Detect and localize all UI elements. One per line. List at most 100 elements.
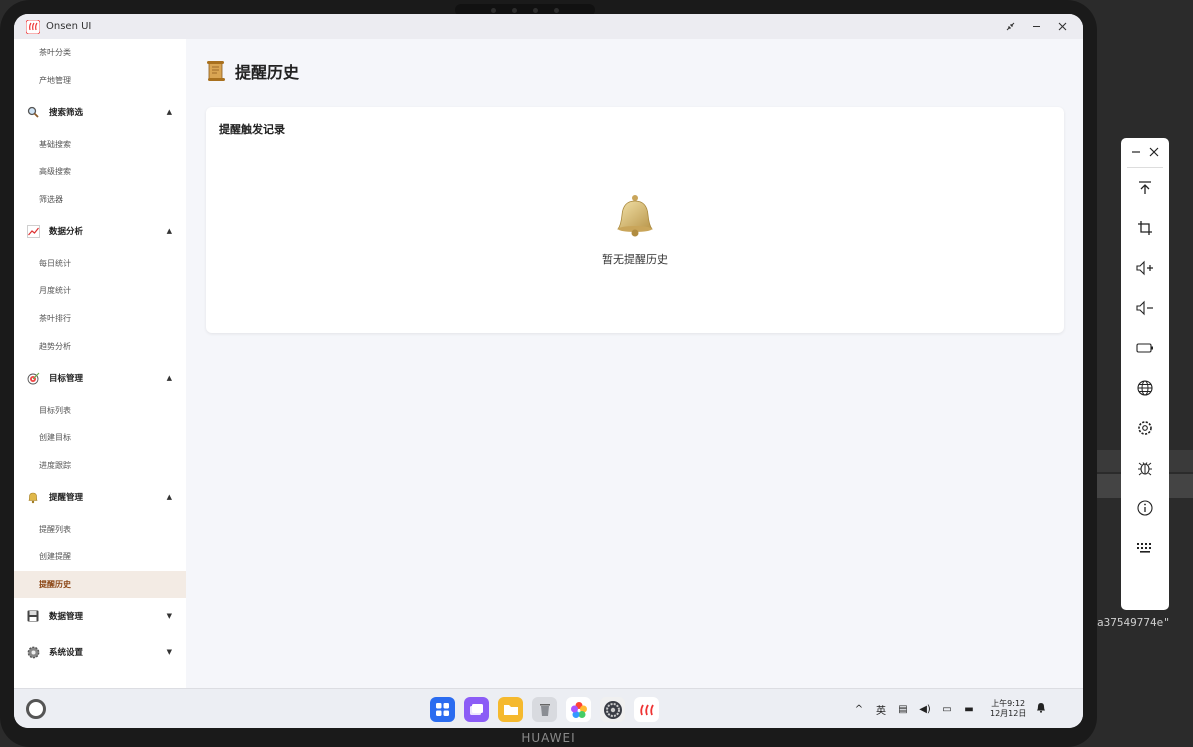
network-button[interactable] (1121, 368, 1169, 408)
chevron-up-icon: ▲ (166, 493, 172, 502)
app-center-icon[interactable] (430, 697, 455, 722)
sidebar-group-goals[interactable]: 目标管理 ▲ (14, 360, 186, 396)
minimize-icon (1032, 26, 1040, 27)
info-button[interactable] (1121, 488, 1169, 528)
close-icon (1058, 22, 1066, 31)
debug-button[interactable] (1121, 448, 1169, 488)
volume-up-button[interactable] (1121, 248, 1169, 288)
background-terminal-text: a37549774e" (1097, 616, 1170, 629)
sidebar: 茶叶分类 产地管理 搜索筛选 ▲ 基础搜索 高级搜索 筛选器 数据分析 ▲ 每日… (14, 39, 186, 688)
restore-button[interactable] (997, 14, 1023, 39)
chevron-down-icon: ▼ (166, 648, 172, 657)
taskbar: ^ 英 ▤ ◀) ▭ ▬ 上午9:12 12月12日 (14, 688, 1083, 728)
sidebar-item-reminder-history[interactable]: 提醒历史 (14, 570, 186, 599)
chevron-down-icon: ▼ (166, 612, 172, 621)
sidebar-item-reminder-list[interactable]: 提醒列表 (14, 515, 186, 543)
sidebar-item-monthly-stats[interactable]: 月度统计 (14, 277, 186, 305)
onsen-app-icon[interactable] (634, 697, 659, 722)
gear-icon (1138, 421, 1152, 435)
trash-icon[interactable] (532, 697, 557, 722)
sidebar-item-filter[interactable]: 筛选器 (14, 186, 186, 214)
battery-icon (1136, 343, 1153, 353)
minimize-button[interactable] (1023, 14, 1049, 39)
volume-up-icon (1136, 260, 1153, 276)
empty-state: 暂无提醒历史 (206, 193, 1064, 267)
keyboard-button[interactable] (1121, 528, 1169, 568)
ime-indicator[interactable]: 英 (874, 702, 888, 717)
magnifier-icon (26, 105, 40, 119)
pin-top-icon (1139, 181, 1151, 194)
sidebar-item-create-goal[interactable]: 创建目标 (14, 424, 186, 452)
sidebar-item-tea-ranking[interactable]: 茶叶排行 (14, 305, 186, 333)
panel-minimize-button[interactable] (1131, 146, 1141, 160)
onsen-logo-icon (26, 19, 40, 34)
system-tray: ^ 英 ▤ ◀) ▭ ▬ 上午9:12 12月12日 (852, 689, 1048, 728)
settings-icon[interactable] (600, 697, 625, 722)
emulator-tool-panel (1121, 138, 1169, 610)
volume-down-icon (1136, 300, 1153, 316)
bug-icon (1138, 462, 1152, 476)
chevron-up-icon: ▲ (166, 227, 172, 236)
scroll-icon (207, 61, 225, 81)
settings-button[interactable] (1121, 408, 1169, 448)
page-header: 提醒历史 (206, 59, 299, 83)
sidebar-item-basic-search[interactable]: 基础搜索 (14, 130, 186, 158)
files-icon[interactable] (498, 697, 523, 722)
sidebar-item-tea-category[interactable]: 茶叶分类 (14, 39, 186, 67)
chevron-up-icon[interactable]: ^ (852, 704, 866, 715)
sidebar-group-analytics[interactable]: 数据分析 ▲ (14, 213, 186, 249)
gear-icon (26, 645, 40, 659)
multitask-icon[interactable] (464, 697, 489, 722)
network-icon[interactable]: ▭ (940, 704, 954, 715)
start-button[interactable] (26, 699, 46, 719)
sidebar-item-trend-analysis[interactable]: 趋势分析 (14, 333, 186, 361)
window-title: Onsen UI (46, 21, 92, 32)
globe-icon (1137, 380, 1153, 396)
volume-icon[interactable]: ◀) (918, 704, 932, 715)
close-icon (1149, 147, 1159, 156)
gallery-icon[interactable] (566, 697, 591, 722)
info-icon (1137, 500, 1153, 516)
sidebar-group-data-management[interactable]: 数据管理 ▼ (14, 598, 186, 634)
notification-bell-icon[interactable] (1034, 702, 1048, 716)
panel-close-button[interactable] (1149, 146, 1159, 160)
sidebar-item-progress-tracking[interactable]: 进度跟踪 (14, 452, 186, 480)
sidebar-item-goal-list[interactable]: 目标列表 (14, 396, 186, 424)
screen: Onsen UI 茶叶分类 产地管理 搜索筛选 ▲ 基础搜索 高级搜索 筛选器 … (14, 14, 1083, 728)
sidebar-item-daily-stats[interactable]: 每日统计 (14, 249, 186, 277)
crop-button[interactable] (1121, 208, 1169, 248)
reminder-history-card: 提醒触发记录 暂无提醒历史 (206, 107, 1064, 333)
battery-button[interactable] (1121, 328, 1169, 368)
pin-top-button[interactable] (1121, 168, 1169, 208)
empty-state-text: 暂无提醒历史 (602, 253, 668, 266)
restore-icon (1006, 22, 1014, 31)
clock-date: 12月12日 (990, 709, 1027, 718)
clock[interactable]: 上午9:12 12月12日 (990, 699, 1026, 719)
close-button[interactable] (1049, 14, 1075, 39)
target-icon (26, 371, 40, 385)
bell-icon (26, 490, 40, 504)
page-title: 提醒历史 (235, 63, 300, 82)
chevron-up-icon: ▲ (166, 374, 172, 383)
title-bar: Onsen UI (14, 14, 1083, 39)
clipboard-icon[interactable]: ▤ (896, 704, 910, 715)
sidebar-item-advanced-search[interactable]: 高级搜索 (14, 158, 186, 186)
sidebar-item-origin-management[interactable]: 产地管理 (14, 67, 186, 95)
sidebar-item-create-reminder[interactable]: 创建提醒 (14, 543, 186, 571)
clock-time: 上午9:12 (991, 699, 1026, 708)
card-title: 提醒触发记录 (219, 123, 285, 136)
tablet-frame: HUAWEI Onsen UI 茶叶分类 产地管理 搜索筛选 ▲ 基础搜索 高级… (0, 0, 1097, 747)
floppy-icon (26, 609, 40, 623)
chart-icon (26, 224, 40, 238)
volume-down-button[interactable] (1121, 288, 1169, 328)
battery-icon[interactable]: ▬ (962, 704, 976, 715)
main-content: 提醒历史 提醒触发记录 暂无提醒历史 (186, 39, 1083, 688)
sidebar-group-search[interactable]: 搜索筛选 ▲ (14, 94, 186, 130)
sidebar-group-reminders[interactable]: 提醒管理 ▲ (14, 479, 186, 515)
dock (430, 697, 659, 722)
keyboard-icon (1137, 543, 1151, 553)
sidebar-group-system-settings[interactable]: 系统设置 ▼ (14, 634, 186, 670)
crop-icon (1138, 221, 1152, 235)
device-brand: HUAWEI (521, 731, 576, 745)
chevron-up-icon: ▲ (166, 108, 172, 117)
